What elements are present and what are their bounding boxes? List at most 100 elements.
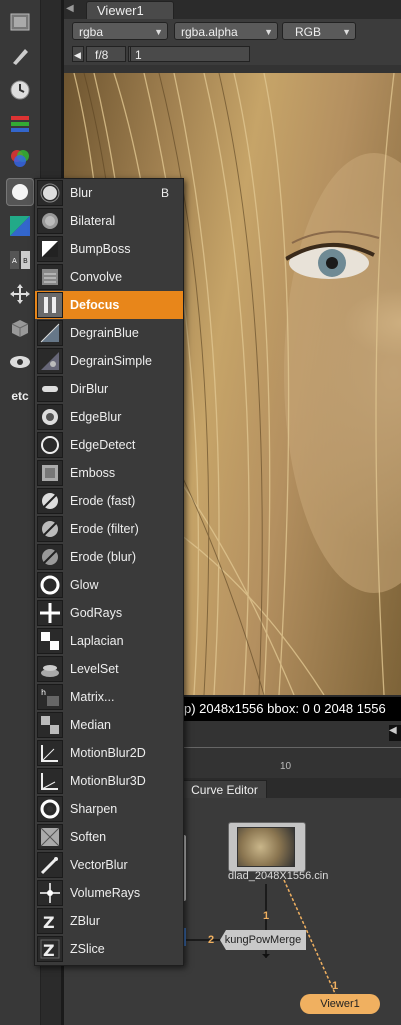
- bilateral-icon: [37, 208, 63, 234]
- merge-input-2-label: 2: [208, 934, 215, 946]
- read-node[interactable]: [228, 822, 306, 872]
- chevron-left-icon[interactable]: ◀: [72, 46, 84, 62]
- keyer-icon[interactable]: [6, 212, 34, 240]
- filter-menu: Blur B Bilateral BumpBoss Convolve Defoc…: [34, 178, 184, 966]
- edgeblur-icon: [37, 404, 63, 430]
- menu-item-glow[interactable]: Glow: [35, 571, 183, 599]
- menu-item-label: ZSlice: [70, 942, 105, 956]
- menu-item-label: BumpBoss: [70, 242, 131, 256]
- erode-filter-icon: [37, 516, 63, 542]
- draw-icon[interactable]: [6, 42, 34, 70]
- svg-text:B: B: [23, 257, 28, 265]
- color-icon[interactable]: [6, 144, 34, 172]
- menu-item-label: ZBlur: [70, 914, 100, 928]
- menu-item-convolve[interactable]: Convolve: [35, 263, 183, 291]
- menu-item-label: Median: [70, 718, 111, 732]
- menu-item-label: MotionBlur3D: [70, 774, 146, 788]
- menu-item-zblur[interactable]: Z ZBlur: [35, 907, 183, 935]
- menu-item-soften[interactable]: Soften: [35, 823, 183, 851]
- menu-item-label: Glow: [70, 578, 99, 592]
- blur-icon: [37, 180, 63, 206]
- image-icon[interactable]: [6, 8, 34, 36]
- menu-item-label: Erode (blur): [70, 550, 136, 564]
- menu-item-edgeblur[interactable]: EdgeBlur: [35, 403, 183, 431]
- menu-item-volumerays[interactable]: VolumeRays: [35, 879, 183, 907]
- menu-item-motionblur2d[interactable]: MotionBlur2D: [35, 739, 183, 767]
- menu-item-godrays[interactable]: GodRays: [35, 599, 183, 627]
- menu-item-dirblur[interactable]: DirBlur: [35, 375, 183, 403]
- other-label: etc: [11, 389, 29, 403]
- menu-item-label: Erode (filter): [70, 522, 139, 536]
- menu-item-label: LevelSet: [70, 662, 119, 676]
- soften-icon: [37, 824, 63, 850]
- menu-item-defocus[interactable]: Defocus: [35, 291, 183, 319]
- read-node-label: dlad_2048X1556.cin: [228, 870, 329, 882]
- viewer-node[interactable]: Viewer1: [300, 994, 380, 1014]
- 3d-icon[interactable]: [6, 314, 34, 342]
- menu-item-motionblur3d[interactable]: MotionBlur3D: [35, 767, 183, 795]
- channel-dropdown[interactable]: rgba ▼: [72, 22, 168, 40]
- menu-item-degrainblue[interactable]: DegrainBlue: [35, 319, 183, 347]
- laplacian-icon: [37, 628, 63, 654]
- alpha-dropdown[interactable]: rgba.alpha ▼: [174, 22, 278, 40]
- views-icon[interactable]: [6, 348, 34, 376]
- menu-item-median[interactable]: Median: [35, 711, 183, 739]
- menu-item-zslice[interactable]: Z ZSlice: [35, 935, 183, 963]
- menu-item-label: Convolve: [70, 270, 123, 284]
- menu-item-erode-filter[interactable]: Erode (filter): [35, 515, 183, 543]
- menu-item-label: EdgeDetect: [70, 438, 136, 452]
- display-dropdown[interactable]: RGB ▼: [282, 22, 356, 40]
- bumpboss-icon: [37, 236, 63, 262]
- viewer-toolbar: rgba ▼ rgba.alpha ▼ RGB ▼: [64, 19, 401, 43]
- frame-field[interactable]: 1: [130, 46, 250, 62]
- timeline-end-marker[interactable]: ◀: [389, 725, 401, 741]
- timeline-frame-label: 10: [280, 761, 292, 772]
- merge-node[interactable]: kungPowMerge: [220, 930, 306, 950]
- godrays-icon: [37, 600, 63, 626]
- degrainsimple-icon: [37, 348, 63, 374]
- vectorblur-icon: [37, 852, 63, 878]
- tab-curve-editor[interactable]: Curve Editor: [182, 780, 267, 798]
- tab-viewer[interactable]: Viewer1: [86, 1, 174, 19]
- menu-item-label: Bilateral: [70, 214, 116, 228]
- matrix-icon: h: [37, 684, 63, 710]
- menu-item-shortcut: B: [160, 186, 169, 200]
- motionblur3d-icon: [37, 768, 63, 794]
- viewer-status-bar: p) 2048x1556 bbox: 0 0 2048 1556: [182, 697, 401, 721]
- tab-menu-icon[interactable]: ◀: [66, 3, 80, 17]
- menu-item-label: VectorBlur: [70, 858, 128, 872]
- menu-item-blur[interactable]: Blur B: [35, 179, 183, 207]
- menu-item-degrainsimple[interactable]: DegrainSimple: [35, 347, 183, 375]
- menu-item-vectorblur[interactable]: VectorBlur: [35, 851, 183, 879]
- merge-icon[interactable]: AB: [6, 246, 34, 274]
- transform-icon[interactable]: [6, 280, 34, 308]
- menu-item-emboss[interactable]: Emboss: [35, 459, 183, 487]
- menu-item-sharpen[interactable]: Sharpen: [35, 795, 183, 823]
- filter-icon[interactable]: [6, 178, 34, 206]
- menu-item-label: MotionBlur2D: [70, 746, 146, 760]
- menu-item-bilateral[interactable]: Bilateral: [35, 207, 183, 235]
- timeline[interactable]: 10 ◀: [182, 721, 401, 778]
- svg-text:Z: Z: [43, 941, 55, 960]
- erode-fast-icon: [37, 488, 63, 514]
- menu-item-laplacian[interactable]: Laplacian: [35, 627, 183, 655]
- volumerays-icon: [37, 880, 63, 906]
- menu-item-erode-fast[interactable]: Erode (fast): [35, 487, 183, 515]
- fstop-field[interactable]: f/8: [86, 46, 126, 62]
- merge-input-1-label: 1: [263, 910, 270, 922]
- menu-item-edgedetect[interactable]: EdgeDetect: [35, 431, 183, 459]
- menu-item-bumpboss[interactable]: BumpBoss: [35, 235, 183, 263]
- erode-blur-icon: [37, 544, 63, 570]
- convolve-icon: [37, 264, 63, 290]
- menu-item-levelset[interactable]: LevelSet: [35, 655, 183, 683]
- menu-item-erode-blur[interactable]: Erode (blur): [35, 543, 183, 571]
- other-icon[interactable]: etc: [6, 382, 34, 410]
- svg-text:Z: Z: [43, 913, 55, 932]
- read-node-thumbnail: [237, 827, 295, 867]
- menu-item-matrix[interactable]: h Matrix...: [35, 683, 183, 711]
- glow-icon: [37, 572, 63, 598]
- channel-icon[interactable]: [6, 110, 34, 138]
- time-icon[interactable]: [6, 76, 34, 104]
- menu-item-label: Emboss: [70, 466, 116, 480]
- menu-item-label: GodRays: [70, 606, 123, 620]
